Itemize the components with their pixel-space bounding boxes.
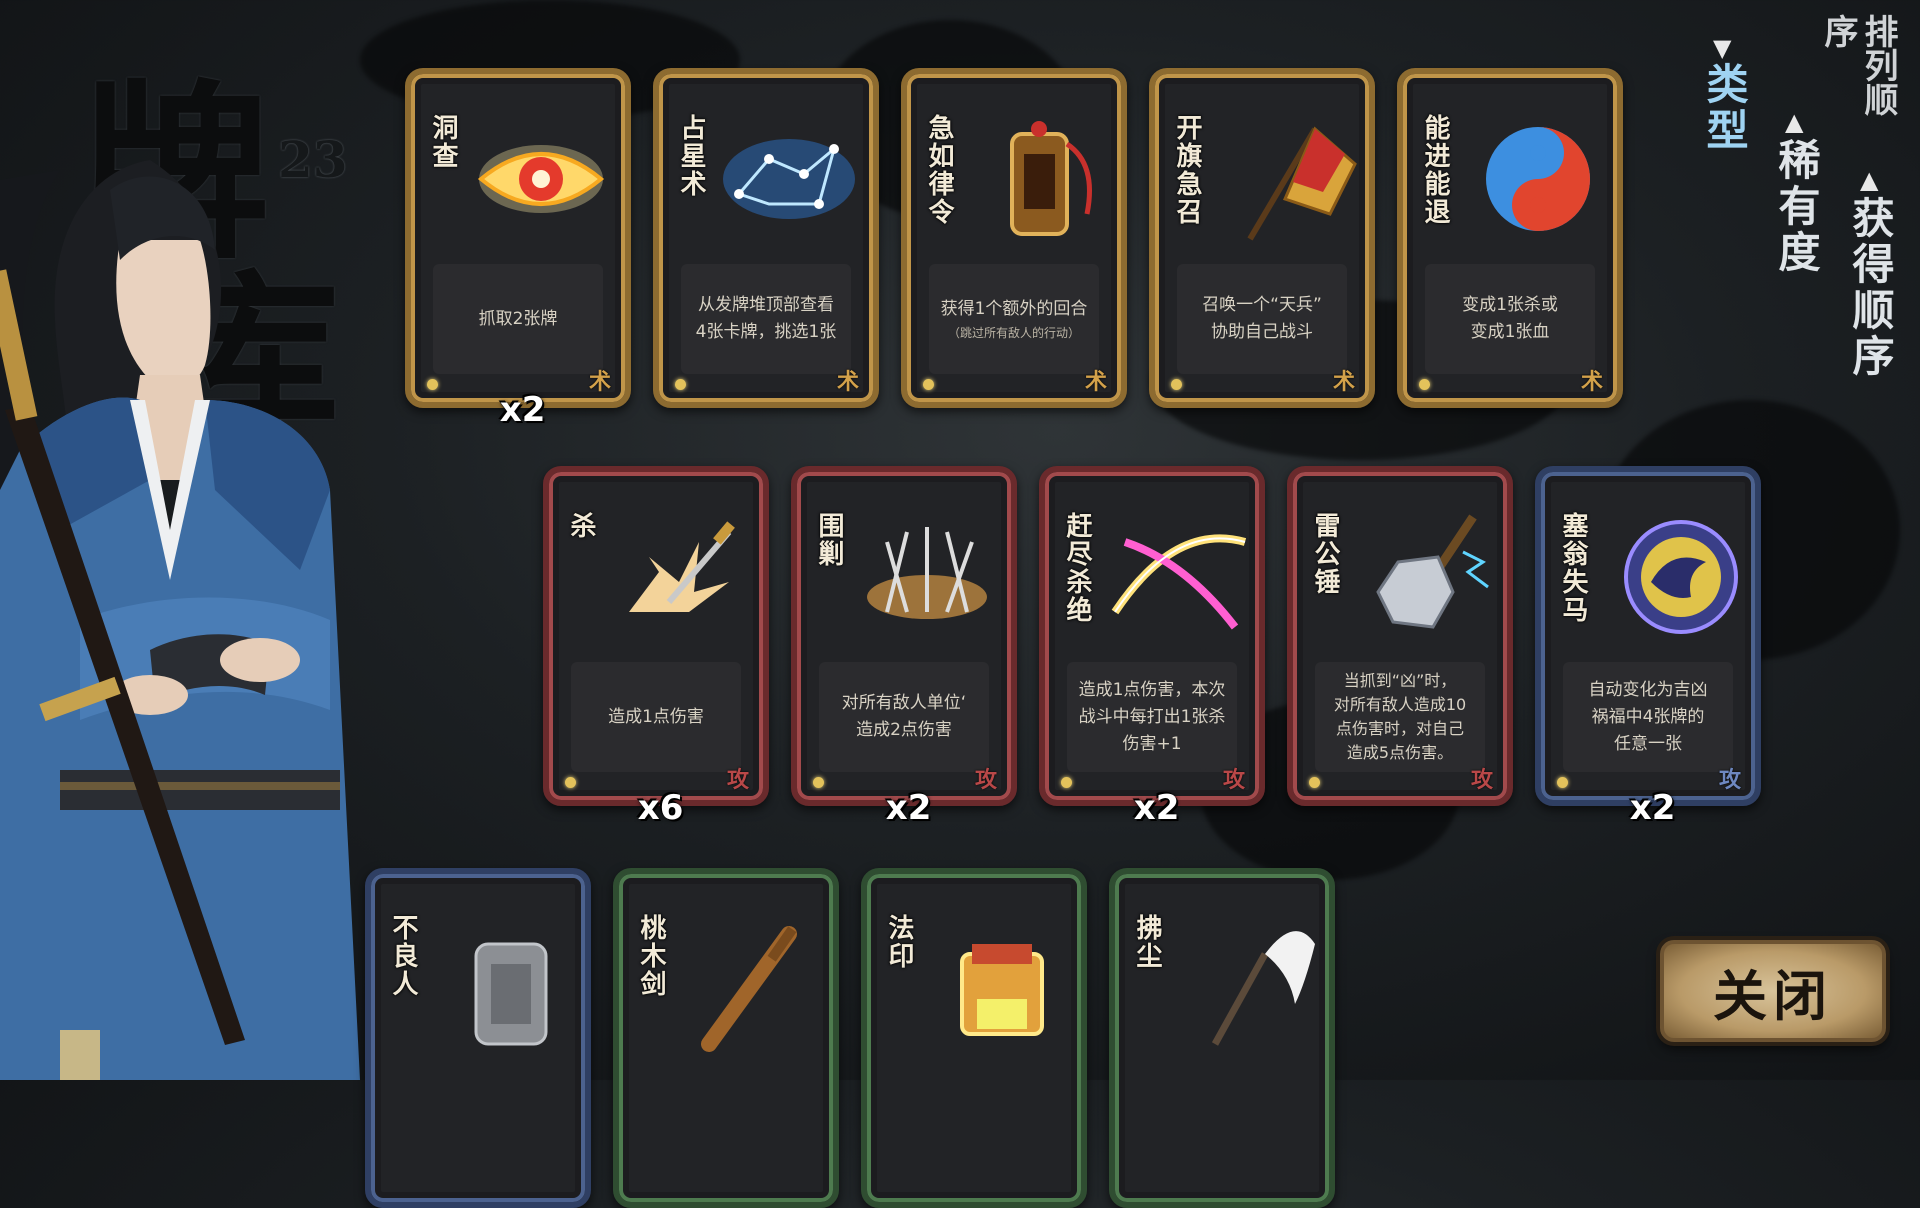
card-name: 围剿 [814, 512, 844, 568]
card-type-badge: 攻 [1718, 767, 1741, 793]
seal-icon [960, 944, 1044, 1036]
yinyang-icon [1486, 127, 1590, 231]
card-subnote: （跳过所有敌人的行动） [947, 325, 1080, 340]
card-fayin[interactable]: 法印 [861, 868, 1087, 1208]
card-description: 对所有敌人单位‘ 造成2点伤害 [819, 662, 989, 772]
card-count: x2 [1133, 788, 1180, 828]
token-icon [474, 942, 548, 1046]
card-description: 变成1张杀或 变成1张血 [1425, 264, 1595, 374]
card-weijiao[interactable]: 围剿 对所有敌人单位‘ 造成2点伤害 攻 x2 [791, 466, 1017, 828]
card-dongcha[interactable]: 洞查 抓取2张牌 术 x2 [405, 68, 631, 430]
card-jirulvling[interactable]: 急如律令 获得1个额外的回合 （跳过所有敌人的行动） 术 [901, 68, 1127, 408]
hammer-icon [1376, 514, 1489, 629]
talisman-icon [1010, 121, 1092, 236]
card-name: 急如律令 [924, 114, 954, 226]
card-name: 拂尘 [1132, 914, 1162, 970]
card-type-badge: 术 [1332, 369, 1355, 395]
card-name: 法印 [884, 914, 914, 970]
rarity-dot [565, 777, 576, 788]
card-description: 抓取2张牌 [433, 264, 603, 374]
card-count: x6 [637, 788, 684, 828]
chevron-down-icon: ▼ [1713, 34, 1732, 62]
rarity-dot [427, 379, 438, 390]
card-name: 桃木剑 [636, 914, 666, 998]
card-count: x2 [1629, 788, 1676, 828]
card-name: 赶尽杀绝 [1062, 512, 1092, 624]
card-description: 自动变化为吉凶 祸福中4张牌的 任意一张 [1563, 662, 1733, 772]
eye-icon [477, 145, 605, 213]
sort-tab-acquire-order[interactable]: 获得顺序 [1846, 196, 1895, 380]
close-button-label: 关闭 [1713, 963, 1833, 1028]
card-name: 能进能退 [1420, 114, 1450, 226]
sort-tab-rarity[interactable]: 稀有度 [1772, 138, 1821, 276]
card-name: 洞查 [428, 114, 458, 170]
card-nengjinnengtui[interactable]: 能进能退 变成1张杀或 变成1张血 术 [1397, 68, 1623, 408]
card-name: 雷公锤 [1310, 512, 1340, 596]
card-leigongchui[interactable]: 雷公锤 当抓到“凶”时， 对所有敌人造成10 点伤害时，对自己 造成5点伤害。 … [1287, 466, 1513, 806]
rarity-dot [1419, 379, 1430, 390]
card-name: 开旗急召 [1172, 114, 1202, 226]
card-type-badge: 攻 [1222, 767, 1245, 793]
card-type-badge: 术 [588, 369, 611, 395]
chevron-up-icon: ▲ [1785, 108, 1804, 136]
card-type-badge: 术 [836, 369, 859, 395]
card-ganjinshajue[interactable]: 赶尽杀绝 造成1点伤害，本次 战斗中每打出1张杀 伤害+1 攻 x2 [1039, 466, 1265, 828]
card-name: 占星术 [676, 114, 706, 198]
card-name: 杀 [566, 512, 596, 540]
close-button[interactable]: 关闭 [1660, 940, 1886, 1042]
card-type-badge: 术 [1084, 369, 1107, 395]
horse-coin-icon [1624, 520, 1738, 634]
card-zhanxingshu[interactable]: 占星术 从发牌堆顶部查看 4张卡牌，挑选1张 术 [653, 68, 879, 408]
card-description: 召唤一个“天兵” 协助自己战斗 [1177, 264, 1347, 374]
rarity-dot [1061, 777, 1072, 788]
card-saiwengshima[interactable]: 塞翁失马 自动变化为吉凶 祸福中4张牌的 任意一张 攻 x2 [1535, 466, 1761, 828]
rarity-dot [1309, 777, 1320, 788]
sword-strike-icon [629, 521, 735, 612]
card-description: 获得1个额外的回合 （跳过所有敌人的行动） [929, 264, 1099, 374]
card-count: x2 [499, 390, 546, 430]
banner-icon [1247, 126, 1357, 241]
card-count: x2 [885, 788, 932, 828]
card-type-badge: 攻 [1470, 767, 1493, 793]
rarity-dot [1557, 777, 1568, 788]
card-description: 造成1点伤害，本次 战斗中每打出1张杀 伤害+1 [1067, 662, 1237, 772]
wooden-sword-icon [701, 926, 797, 1052]
card-fuchen[interactable]: 拂尘 [1109, 868, 1335, 1208]
card-buliangren[interactable]: 不良人 [365, 868, 591, 1208]
card-name: 塞翁失马 [1558, 512, 1588, 624]
rarity-dot [1171, 379, 1182, 390]
card-type-badge: 攻 [974, 767, 997, 793]
constellation-icon [723, 139, 855, 219]
rarity-dot [813, 777, 824, 788]
card-kaiqijizhao[interactable]: 开旗急召 召唤一个“天兵” 协助自己战斗 术 [1149, 68, 1375, 408]
hero-character-illustration [0, 160, 360, 1080]
arrows-icon [867, 527, 987, 619]
whisk-icon [1211, 931, 1315, 1046]
chevron-up-icon: ▲ [1860, 166, 1879, 194]
card-description: 当抓到“凶”时， 对所有敌人造成10 点伤害时，对自己 造成5点伤害。 [1315, 662, 1485, 772]
sort-order-label: 排列顺序 [1818, 14, 1898, 116]
card-description: 造成1点伤害 [571, 662, 741, 772]
card-sha[interactable]: 杀 造成1点伤害 攻 x6 [543, 466, 769, 828]
card-type-badge: 攻 [726, 767, 749, 793]
sort-tab-type[interactable]: 类型 [1700, 62, 1749, 154]
rarity-dot [923, 379, 934, 390]
card-name: 不良人 [388, 914, 418, 998]
card-description: 从发牌堆顶部查看 4张卡牌，挑选1张 [681, 264, 851, 374]
card-taomujian[interactable]: 桃木剑 [613, 868, 839, 1208]
slash-cross-icon [1111, 534, 1247, 630]
rarity-dot [675, 379, 686, 390]
card-type-badge: 术 [1580, 369, 1603, 395]
